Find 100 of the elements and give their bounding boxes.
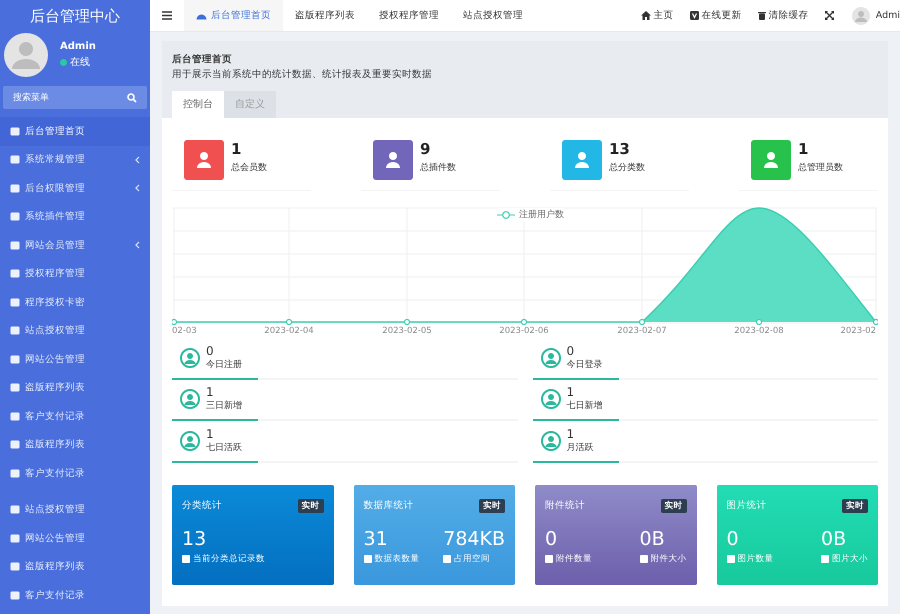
badge: 实时 xyxy=(660,498,686,512)
data-point xyxy=(404,318,410,325)
avatar-icon xyxy=(852,6,870,24)
activity-value: 1 xyxy=(206,386,215,400)
fullscreen-icon xyxy=(824,11,834,20)
data-point xyxy=(520,318,528,325)
menu-item[interactable]: 程序授权卡密 xyxy=(0,288,150,316)
menu-item[interactable]: 站点授权管理 xyxy=(0,496,150,524)
axis-label: 2023-02-07 xyxy=(617,326,667,336)
menu-item[interactable]: 网站公告管理 xyxy=(0,524,150,552)
toolbar-button[interactable]: 主页 xyxy=(632,9,682,22)
legend-label: 注册用户数 xyxy=(519,208,564,221)
menu-item[interactable]: 盗版程序列表 xyxy=(0,552,150,581)
label-icon xyxy=(821,554,829,562)
activity-value: 0 xyxy=(566,344,576,358)
activity-label: 月活跃 xyxy=(566,442,594,454)
app-title: 后台管理中心 xyxy=(29,6,121,27)
trash-icon xyxy=(758,11,766,20)
stat-value: 1 xyxy=(798,140,810,158)
data-point xyxy=(872,318,878,325)
menu-item[interactable]: 站点授权管理 xyxy=(0,316,150,345)
activity-icon xyxy=(180,348,200,368)
card-label: 图片数量 xyxy=(738,552,774,564)
search-icon xyxy=(127,93,137,103)
nav-tab[interactable]: 授权程序管理 xyxy=(367,0,451,31)
data-point xyxy=(756,318,762,325)
activity-label: 三日新增 xyxy=(206,400,242,412)
nav-tab[interactable]: 盗版程序列表 xyxy=(283,0,367,31)
menu-item[interactable]: 授权程序管理 xyxy=(0,260,150,288)
data-point xyxy=(172,318,178,325)
menu-item[interactable]: 网站公告管理 xyxy=(0,345,150,374)
user-name: Admin xyxy=(60,41,96,52)
label-icon xyxy=(182,554,190,562)
search-field[interactable]: 搜索菜单 xyxy=(3,86,147,109)
axis-label: 2023-02-08 xyxy=(734,326,784,336)
axis-label: 2023-02-05 xyxy=(382,326,432,336)
badge: 实时 xyxy=(298,498,324,512)
menu-item[interactable]: 后台权限管理 xyxy=(0,174,150,202)
stat-value: 9 xyxy=(420,140,432,158)
activity-label: 七日活跃 xyxy=(206,442,242,454)
badge: 实时 xyxy=(842,498,868,512)
menu-item[interactable]: 系统插件管理 xyxy=(0,202,150,231)
activity-label: 今日登录 xyxy=(566,358,602,371)
nav-tab[interactable]: 站点授权管理 xyxy=(451,0,535,31)
nav-tab[interactable]: 后台管理首页 xyxy=(184,0,283,31)
menu-item[interactable]: 盗版程序列表 xyxy=(0,374,150,402)
stat-value: 1 xyxy=(231,140,242,158)
toolbar-button[interactable]: 在线更新 xyxy=(682,9,750,22)
activity-icon xyxy=(540,348,560,368)
card-label: 图片大小 xyxy=(832,552,868,564)
card-label: 占用空间 xyxy=(454,552,490,564)
card-value: 0 xyxy=(726,526,740,550)
activity-label: 今日注册 xyxy=(206,358,242,371)
card-value: 0 xyxy=(545,526,558,550)
data-point xyxy=(286,318,292,325)
stat-label: 总管理员数 xyxy=(798,162,843,174)
menu-item[interactable]: 后台管理首页 xyxy=(0,117,150,146)
menu-item[interactable]: 盗版程序列表 xyxy=(0,430,150,459)
activity-value: 1 xyxy=(206,428,215,441)
panel-tab[interactable]: 控制台 xyxy=(172,91,224,118)
card-title: 分类统计 xyxy=(182,499,222,512)
menu-item[interactable]: 客户支付记录 xyxy=(0,459,150,488)
menu-item[interactable]: 客户支付记录 xyxy=(0,402,150,430)
activity-value: 0 xyxy=(206,344,215,358)
panel-tab[interactable]: 自定义 xyxy=(224,91,276,118)
user-name[interactable]: Admi xyxy=(876,10,900,21)
axis-label: 2023-02-04 xyxy=(264,326,314,336)
activity-icon xyxy=(540,430,560,451)
card-value: 13 xyxy=(182,526,208,550)
card-label: 数据表数量 xyxy=(374,552,420,564)
menu-item[interactable]: 客户支付记录 xyxy=(0,581,150,610)
card-value: 0B xyxy=(821,526,848,550)
card-label: 当前分类总记录数 xyxy=(193,552,265,564)
label-icon xyxy=(364,554,372,562)
menu-item[interactable]: 系统常规管理 xyxy=(0,146,150,174)
axis-label: 2023-02-06 xyxy=(499,326,549,336)
data-point xyxy=(638,318,646,325)
stat-label: 总会员数 xyxy=(231,162,267,174)
home-icon xyxy=(640,11,651,20)
card-label: 附件数量 xyxy=(556,552,592,564)
card-title: 图片统计 xyxy=(726,499,766,512)
stat-value: 13 xyxy=(609,140,631,158)
activity-icon xyxy=(180,430,200,451)
toolbar-button[interactable]: 清除缓存 xyxy=(750,9,817,22)
card-value: 784KB xyxy=(443,526,505,550)
stat-label: 总插件数 xyxy=(420,162,456,174)
activity-icon xyxy=(180,389,200,410)
panel-title: 后台管理首页 xyxy=(172,53,233,66)
label-icon xyxy=(545,554,553,562)
badge: 实时 xyxy=(479,498,505,512)
activity-label: 七日新增 xyxy=(566,400,602,412)
panel-description: 用于展示当前系统中的统计数据、统计报表及重要实时数据 xyxy=(172,68,433,81)
label-icon xyxy=(640,554,648,562)
square-icon xyxy=(690,11,699,20)
axis-label: 02-03 xyxy=(172,326,197,336)
label-icon xyxy=(726,554,734,562)
activity-value: 1 xyxy=(566,428,576,441)
menu-item[interactable]: 网站会员管理 xyxy=(0,231,150,260)
card-title: 附件统计 xyxy=(545,499,585,512)
avatar-icon xyxy=(4,33,48,77)
